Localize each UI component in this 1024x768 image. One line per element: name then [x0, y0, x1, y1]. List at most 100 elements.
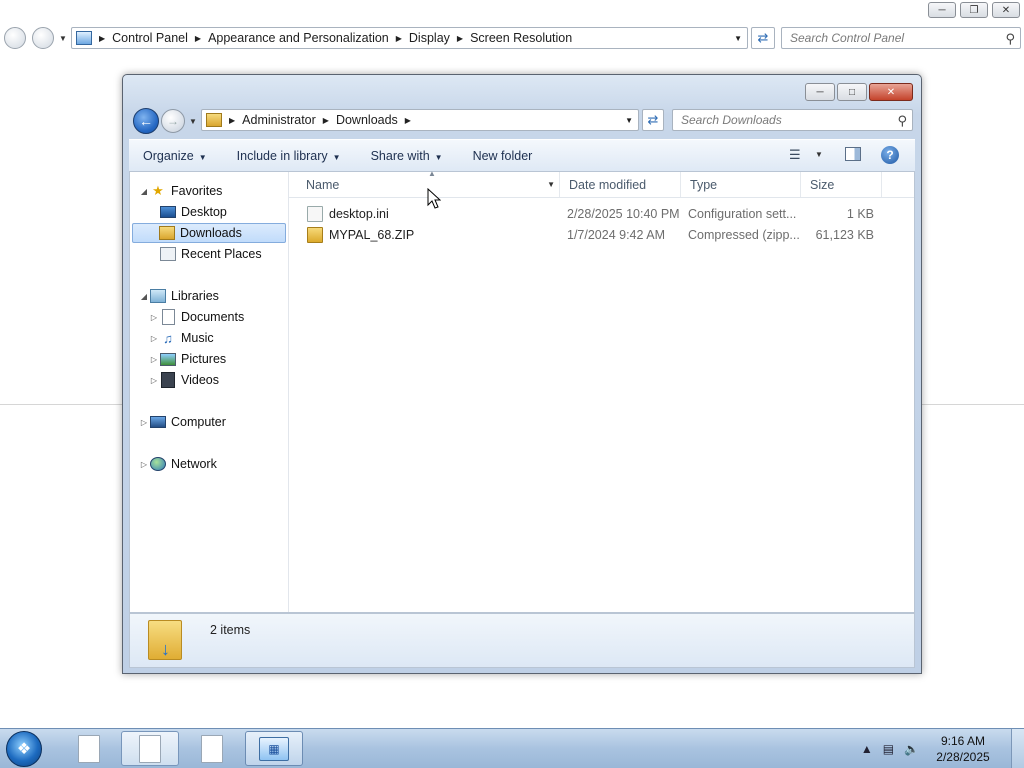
nav-desktop-label: Desktop — [181, 205, 227, 219]
clock[interactable]: 9:16 AM 2/28/2025 — [929, 733, 997, 765]
filter-chevron-icon[interactable]: ▼ — [547, 180, 555, 189]
explorer-search-input[interactable]: Search Downloads ⚲ — [672, 109, 913, 131]
breadcrumb-arrow-icon[interactable]: ▶ — [396, 34, 402, 43]
help-icon[interactable]: ? — [881, 146, 899, 164]
nav-libraries[interactable]: ◢ Libraries — [138, 286, 219, 306]
cp-caption-buttons: ─ ❐ ✕ — [928, 2, 1020, 18]
show-hidden-icons-chevron-icon[interactable]: ▲ — [861, 742, 873, 756]
cp-address-bar[interactable]: ▶ Control Panel ▶ Appearance and Persona… — [71, 27, 748, 49]
breadcrumb-control-panel[interactable]: Control Panel — [112, 31, 188, 45]
cp-recent-pages-chevron-icon[interactable]: ▼ — [59, 34, 67, 43]
expanded-triangle-icon[interactable]: ◢ — [138, 292, 150, 301]
cp-restore-button[interactable]: ❐ — [960, 2, 988, 18]
file-date: 1/7/2024 9:42 AM — [567, 228, 665, 242]
file-row[interactable]: MYPAL_68.ZIP 1/7/2024 9:42 AM Compressed… — [289, 225, 889, 245]
recent-pages-chevron-icon[interactable]: ▼ — [189, 117, 197, 126]
include-in-library-button[interactable]: Include in library ▼ — [237, 149, 341, 163]
view-chevron-down-icon[interactable]: ▼ — [815, 150, 823, 159]
taskbar-item-document-3[interactable] — [183, 731, 241, 766]
nav-network[interactable]: ▷ Network — [138, 454, 217, 474]
start-button[interactable]: ❖ — [6, 731, 42, 767]
volume-muted-icon[interactable]: 🔈 — [904, 742, 919, 756]
breadcrumb-arrow-icon[interactable]: ▶ — [457, 34, 463, 43]
breadcrumb-administrator[interactable]: Administrator — [242, 113, 316, 127]
cp-forward-button[interactable] — [32, 27, 54, 49]
address-dropdown-chevron-icon[interactable]: ▼ — [625, 116, 633, 125]
sort-ascending-icon: ▲ — [428, 169, 436, 178]
nav-pictures[interactable]: ▷ Pictures — [148, 349, 226, 369]
downloads-folder-icon: ↓ — [148, 620, 182, 660]
explorer-close-button[interactable]: ✕ — [869, 83, 913, 101]
explorer-refresh-button[interactable]: ⇄ — [642, 109, 664, 131]
view-options-icon[interactable]: ☰ — [789, 147, 801, 163]
nav-recent-places[interactable]: Recent Places — [160, 244, 262, 264]
nav-videos[interactable]: ▷ Videos — [148, 370, 219, 390]
column-header-size[interactable]: Size — [801, 172, 882, 197]
search-icon[interactable]: ⚲ — [1005, 31, 1015, 47]
back-arrow-icon[interactable]: ← — [133, 108, 159, 134]
documents-icon — [160, 309, 176, 325]
forward-arrow-icon[interactable]: → — [161, 109, 185, 133]
new-folder-button[interactable]: New folder — [473, 149, 533, 163]
downloads-folder-icon — [206, 113, 222, 127]
organize-menu-button[interactable]: Organize ▼ — [143, 149, 207, 163]
breadcrumb-arrow-icon[interactable]: ▶ — [323, 116, 329, 125]
system-tray: ▲ ▤ 🔈 9:16 AM 2/28/2025 — [861, 729, 1024, 768]
document-icon — [139, 734, 161, 763]
nav-computer-label: Computer — [171, 415, 226, 429]
file-list-pane: Name ▲ ▼ Date modified Type Size desktop… — [289, 169, 914, 612]
taskbar-item-document-2[interactable] — [121, 731, 179, 766]
breadcrumb-display[interactable]: Display — [409, 31, 450, 45]
breadcrumb-arrow-icon[interactable]: ▶ — [405, 116, 411, 125]
taskbar-item-control-panel[interactable]: ▦ — [245, 731, 303, 766]
taskbar: ❖ ▦ ▲ ▤ 🔈 9:16 AM 2/28/2025 — [0, 728, 1024, 768]
explorer-maximize-button[interactable]: □ — [837, 83, 867, 101]
column-header-date-modified[interactable]: Date modified — [560, 172, 681, 197]
nav-downloads[interactable]: Downloads — [132, 223, 286, 243]
preview-pane-icon[interactable] — [845, 147, 861, 161]
network-tray-icon[interactable]: ▤ — [883, 742, 894, 756]
cp-search-input[interactable]: Search Control Panel ⚲ — [781, 27, 1021, 49]
music-note-icon: ♫ — [163, 330, 173, 346]
clock-date: 2/28/2025 — [936, 749, 990, 764]
search-icon[interactable]: ⚲ — [897, 113, 907, 129]
breadcrumb-arrow-icon[interactable]: ▶ — [195, 34, 201, 43]
breadcrumb-appearance-personalization[interactable]: Appearance and Personalization — [208, 31, 389, 45]
explorer-address-bar[interactable]: ▶ Administrator ▶ Downloads ▶ ▼ — [201, 109, 639, 131]
expanded-triangle-icon[interactable]: ◢ — [138, 187, 150, 196]
collapsed-triangle-icon[interactable]: ▷ — [138, 460, 150, 469]
nav-desktop[interactable]: Desktop — [160, 202, 227, 222]
collapsed-triangle-icon[interactable]: ▷ — [148, 355, 160, 364]
explorer-command-bar: Organize ▼ Include in library ▼ Share with… — [129, 139, 915, 172]
nav-favorites[interactable]: ◢ ★ Favorites — [138, 181, 222, 201]
file-row[interactable]: desktop.ini 2/28/2025 10:40 PM Configura… — [289, 204, 889, 224]
downloads-folder-icon — [159, 225, 175, 241]
collapsed-triangle-icon[interactable]: ▷ — [148, 334, 160, 343]
breadcrumb-screen-resolution[interactable]: Screen Resolution — [470, 31, 572, 45]
taskbar-item-document-1[interactable] — [60, 731, 118, 766]
address-dropdown-chevron-icon[interactable]: ▼ — [734, 34, 742, 43]
nav-music[interactable]: ▷ ♫ Music — [148, 328, 214, 348]
cp-close-button[interactable]: ✕ — [992, 2, 1020, 18]
chevron-down-icon: ▼ — [332, 152, 341, 162]
nav-computer[interactable]: ▷ Computer — [138, 412, 226, 432]
explorer-minimize-button[interactable]: ─ — [805, 83, 835, 101]
show-desktop-button[interactable] — [1011, 729, 1024, 768]
collapsed-triangle-icon[interactable]: ▷ — [148, 376, 160, 385]
collapsed-triangle-icon[interactable]: ▷ — [138, 418, 150, 427]
collapsed-triangle-icon[interactable]: ▷ — [148, 313, 160, 322]
nav-documents[interactable]: ▷ Documents — [148, 307, 244, 327]
cp-minimize-button[interactable]: ─ — [928, 2, 956, 18]
column-header-type[interactable]: Type — [681, 172, 801, 197]
share-with-button[interactable]: Share with ▼ — [371, 149, 443, 163]
file-size: 61,123 KB — [815, 228, 874, 242]
breadcrumb-arrow-icon[interactable]: ▶ — [229, 116, 235, 125]
column-date-label: Date modified — [569, 177, 647, 192]
cp-back-button[interactable] — [4, 27, 26, 49]
cp-refresh-button[interactable]: ⇄ — [751, 27, 775, 49]
breadcrumb-arrow-icon[interactable]: ▶ — [99, 34, 105, 43]
cp-navigation-bar: ▼ ▶ Control Panel ▶ Appearance and Perso… — [0, 24, 1024, 54]
breadcrumb-downloads[interactable]: Downloads — [336, 113, 398, 127]
computer-icon — [150, 414, 166, 430]
explorer-caption-buttons: ─ □ ✕ — [805, 83, 913, 101]
